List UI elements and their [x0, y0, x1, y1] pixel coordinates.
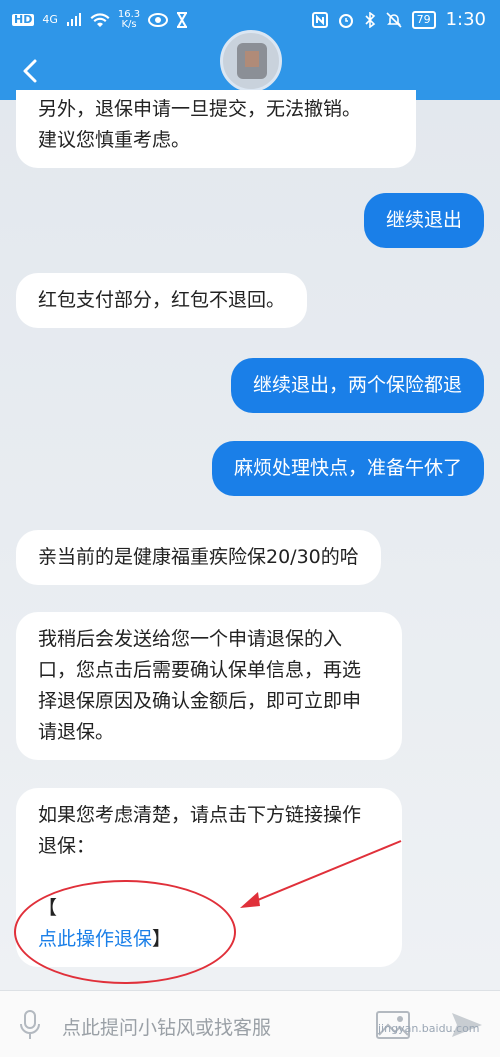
message-text: 择退保原因及确认金额后，即可立即申: [38, 690, 362, 712]
hourglass-icon: [177, 12, 188, 28]
message-text: 另外，退保申请一旦提交，无法撤销。: [38, 98, 362, 120]
app-header: HD 4G 16.3 K/s 79 1:30: [0, 0, 500, 100]
message-text: 麻烦处理快点，准备午休了: [233, 457, 462, 479]
signal-icon: [66, 13, 81, 26]
network-speed: 16.3 K/s: [118, 10, 140, 30]
message-bot: 亲当前的是健康福重疾险保20/30的哈: [16, 530, 381, 585]
speed-unit: K/s: [121, 19, 137, 30]
chevron-left-icon[interactable]: [18, 58, 44, 84]
message-text: 继续退出，两个保险都退: [252, 374, 462, 396]
clock: 1:30: [445, 9, 486, 30]
network-type: 4G: [42, 13, 58, 26]
arrow-annotation: [240, 840, 402, 908]
question-input[interactable]: 点此提问小钻风或找客服: [62, 1013, 271, 1040]
message-text: 亲当前的是健康福重疾险保20/30的哈: [38, 546, 359, 568]
highlight-ellipse: [14, 880, 236, 984]
message-text: 请退保。: [38, 721, 115, 743]
message-text: 如果您考虑清楚，请点击下方链接操作: [38, 804, 362, 826]
mute-bell-icon: [386, 11, 402, 28]
battery-indicator: 79: [411, 10, 436, 29]
message-text: 建议您慎重考虑。: [38, 129, 191, 151]
bluetooth-icon: [365, 11, 375, 28]
message-user: 继续退出: [363, 193, 484, 248]
message-text: 我稍后会发送给您一个申请退保的入: [38, 628, 343, 650]
eye-icon: [148, 13, 169, 27]
avatar: [220, 30, 282, 92]
message-bot: 红包支付部分，红包不退回。: [16, 273, 308, 328]
message-user: 继续退出，两个保险都退: [230, 358, 484, 413]
hd-indicator: HD: [12, 13, 35, 26]
wifi-icon: [90, 12, 110, 27]
nfc-icon: [311, 11, 328, 28]
message-text: 红包支付部分，红包不退回。: [38, 289, 286, 311]
alarm-icon: [338, 13, 353, 28]
message-text: 继续退出: [385, 209, 462, 231]
message-bot: 我稍后会发送给您一个申请退保的入 口，您点击后需要确认保单信息，再选 择退保原因…: [16, 612, 402, 760]
message-bot: 另外，退保申请一旦提交，无法撤销。 建议您慎重考虑。: [16, 90, 416, 168]
message-text: 口，您点击后需要确认保单信息，再选: [38, 659, 362, 681]
microphone-icon[interactable]: [18, 1009, 42, 1041]
message-user: 麻烦处理快点，准备午休了: [211, 441, 484, 496]
watermark: jingyan.baidu.com: [378, 1022, 480, 1035]
